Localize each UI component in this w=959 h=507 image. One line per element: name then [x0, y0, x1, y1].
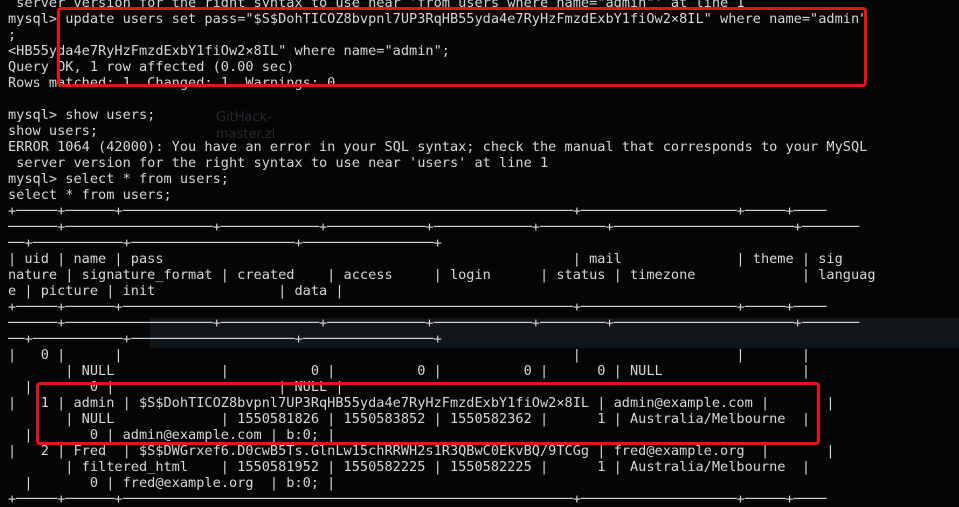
terminal-line: select * from users;: [8, 187, 172, 203]
terminal-line: nature | signature_format | created | ac…: [8, 267, 876, 283]
terminal-line: server version for the right syntax to u…: [8, 155, 549, 171]
terminal-line: | NULL | 1550581826 | 1550583852 | 15505…: [8, 411, 811, 427]
terminal-line: ──+───────────+────────────────────+────…: [8, 235, 442, 251]
terminal-line: | 0 | fred@example.org | b:0; |: [8, 475, 336, 491]
terminal-line: | 2 | Fred | $S$DWGrxef6.D0cwB5Ts.GlnLw1…: [8, 443, 835, 459]
terminal-line: | 0 | admin@example.com | b:0; |: [8, 427, 336, 443]
terminal-line: | 1 | admin | $S$DohTICOZ8bvpnl7UP3RqHB5…: [8, 395, 835, 411]
terminal-output[interactable]: server version for the right syntax to u…: [8, 0, 876, 507]
terminal-line: Query OK, 1 row affected (0.00 sec): [8, 59, 295, 75]
terminal-line: | filtered_html | 1550581952 | 155058222…: [8, 459, 811, 475]
terminal-line: server version for the right syntax to u…: [8, 0, 745, 11]
terminal-line: | NULL | 0 | 0 | 0 | 0 | NULL |: [8, 363, 811, 379]
terminal-line: show users;: [8, 123, 99, 139]
terminal-line: ──────+──────────────────+────────────+─…: [8, 315, 860, 331]
terminal-line: +─────+──────+──────────────────────────…: [8, 299, 827, 315]
terminal-line: ;: [8, 27, 17, 43]
terminal-line: | uid | name | pass | mail | theme | sig: [8, 251, 843, 267]
terminal-line: +─────+──────+──────────────────────────…: [8, 491, 827, 507]
terminal-line: +─────+──────+──────────────────────────…: [8, 203, 827, 219]
terminal-line: <HB55yda4e7RyHzFmzdExbY1fiOw2×8IL" where…: [8, 43, 450, 59]
terminal-line: ──────+──────────────────+────────────+─…: [8, 219, 860, 235]
terminal-line: ERROR 1064 (42000): You have an error in…: [8, 139, 868, 155]
terminal-line: e | picture | init | data |: [8, 283, 344, 299]
terminal-line: ──+───────────+────────────────────+────…: [8, 331, 442, 347]
terminal-window[interactable]: GitHack- master.zi server version for th…: [0, 0, 959, 507]
terminal-line: Rows matched: 1 Changed: 1 Warnings: 0: [8, 75, 336, 91]
terminal-line: mysql> update users set pass="$S$DohTICO…: [8, 11, 868, 27]
terminal-line: mysql> select * from users;: [8, 171, 229, 187]
terminal-line: | 0 | | NULL |: [8, 379, 344, 395]
terminal-line: | 0 | | | | |: [8, 347, 811, 363]
terminal-line: mysql> show users;: [8, 107, 156, 123]
